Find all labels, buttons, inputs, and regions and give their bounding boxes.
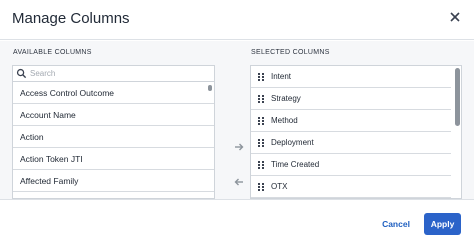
available-scrollbar-thumb[interactable] [208, 85, 212, 91]
available-columns-list: Access Control Outcome Account Name Acti… [12, 65, 215, 199]
arrow-left-icon[interactable] [234, 178, 244, 186]
available-item-account-name[interactable]: Account Name [13, 104, 214, 126]
available-item-affected-family[interactable]: Affected Family [13, 170, 214, 192]
drag-handle-icon[interactable] [258, 73, 264, 81]
dialog-header: Manage Columns [0, 0, 474, 40]
search-icon [16, 68, 27, 79]
selected-item-label: OTX [271, 182, 288, 191]
dialog-title: Manage Columns [12, 10, 130, 27]
drag-handle-icon[interactable] [258, 95, 264, 103]
search-box [13, 66, 214, 82]
available-item-action-token-jti[interactable]: Action Token JTI [13, 148, 214, 170]
drag-handle-icon[interactable] [258, 183, 264, 191]
arrow-right-icon[interactable] [234, 143, 244, 151]
dialog-body: AVAILABLE COLUMNS SELECTED COLUMNS Acces… [0, 41, 474, 199]
drag-handle-icon[interactable] [258, 161, 264, 169]
available-item-access-control-outcome[interactable]: Access Control Outcome [13, 82, 214, 104]
selected-item-strategy[interactable]: Strategy [251, 88, 451, 110]
drag-handle-icon[interactable] [258, 139, 264, 147]
selected-columns-list: Intent Strategy Method Deployment Time C… [250, 65, 462, 199]
selected-item-label: Strategy [271, 94, 301, 103]
selected-columns-label: SELECTED COLUMNS [251, 49, 330, 56]
selected-item-otx[interactable]: OTX [251, 176, 451, 198]
search-input[interactable] [30, 67, 210, 80]
apply-button[interactable]: Apply [424, 213, 461, 235]
selected-item-method[interactable]: Method [251, 110, 451, 132]
selected-scrollbar-thumb[interactable] [455, 68, 460, 126]
available-columns-label: AVAILABLE COLUMNS [13, 49, 92, 56]
cancel-button[interactable]: Cancel [375, 214, 417, 234]
selected-item-label: Intent [271, 72, 292, 81]
close-icon[interactable] [448, 10, 462, 24]
selected-item-label: Deployment [271, 138, 314, 147]
available-item-action[interactable]: Action [13, 126, 214, 148]
selected-item-intent[interactable]: Intent [251, 66, 451, 88]
selected-item-label: Method [271, 116, 298, 125]
selected-item-deployment[interactable]: Deployment [251, 132, 451, 154]
selected-item-label: Time Created [271, 160, 320, 169]
dialog-footer: Cancel Apply [0, 199, 474, 247]
drag-handle-icon[interactable] [258, 117, 264, 125]
selected-item-time-created[interactable]: Time Created [251, 154, 451, 176]
